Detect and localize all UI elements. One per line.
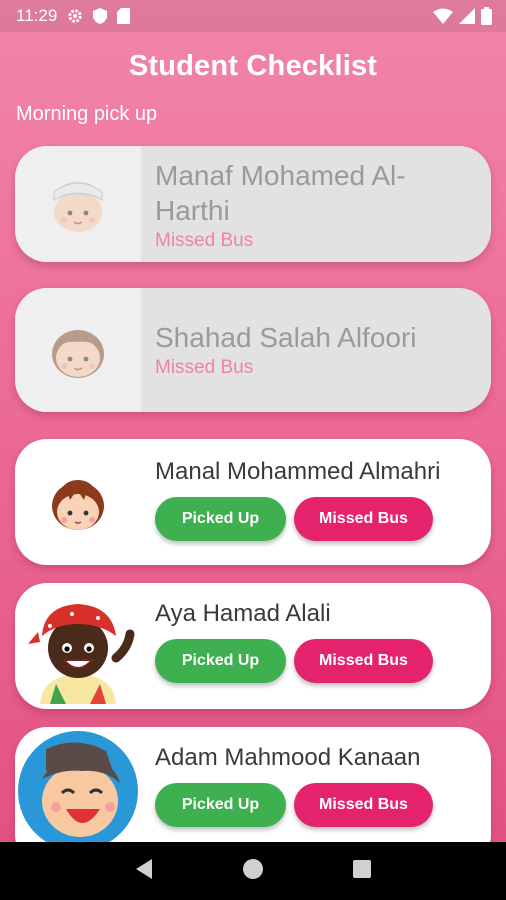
- back-icon[interactable]: [134, 858, 154, 885]
- girl-bob-avatar: [52, 480, 104, 530]
- avatar: [15, 439, 141, 565]
- action-buttons: Picked Up Missed Bus: [155, 783, 473, 827]
- avatar: [15, 288, 141, 412]
- status-label: Missed Bus: [155, 230, 254, 251]
- status-bar-left: 11:29: [16, 6, 131, 26]
- wifi-icon: [433, 8, 453, 24]
- student-card[interactable]: Aya Hamad Alali Picked Up Missed Bus: [15, 583, 491, 709]
- student-info: Adam Mahmood Kanaan Picked Up Missed Bus: [155, 741, 473, 827]
- section-label: Morning pick up: [16, 103, 158, 125]
- student-info: Manal Mohammed Almahri Picked Up Missed …: [155, 455, 473, 541]
- student-card[interactable]: Manal Mohammed Almahri Picked Up Missed …: [15, 439, 491, 565]
- laughing-boy-avatar: [18, 731, 138, 851]
- status-bar: 11:29: [0, 0, 506, 32]
- avatar: [15, 583, 141, 709]
- student-card[interactable]: Manaf Mohamed Al-Harthi Missed Bus: [15, 146, 491, 262]
- picked-up-button[interactable]: Picked Up: [155, 497, 286, 541]
- student-info: Aya Hamad Alali Picked Up Missed Bus: [155, 597, 473, 683]
- student-name: Aya Hamad Alali: [155, 600, 331, 627]
- status-bar-right: [433, 7, 492, 25]
- sd-card-icon: [117, 8, 131, 24]
- student-name: Manal Mohammed Almahri: [155, 458, 441, 485]
- gear-icon: [67, 8, 83, 24]
- child-bandana-avatar: [28, 604, 135, 704]
- action-buttons: Picked Up Missed Bus: [155, 639, 473, 683]
- battery-icon: [481, 7, 492, 25]
- boy-cap-avatar: [53, 182, 103, 232]
- action-buttons: Picked Up Missed Bus: [155, 497, 473, 541]
- navigation-bar: [0, 842, 506, 900]
- picked-up-button[interactable]: Picked Up: [155, 783, 286, 827]
- recents-icon[interactable]: [352, 859, 372, 884]
- page-title: Student Checklist: [128, 50, 378, 82]
- picked-up-button[interactable]: Picked Up: [155, 639, 286, 683]
- status-label: Missed Bus: [155, 357, 254, 378]
- girl-avatar: [52, 330, 104, 378]
- home-icon[interactable]: [242, 858, 264, 885]
- student-name: Shahad Salah Alfoori: [155, 322, 417, 353]
- missed-bus-button[interactable]: Missed Bus: [294, 497, 433, 541]
- avatar: [15, 146, 141, 262]
- shield-icon: [93, 8, 108, 24]
- missed-bus-button[interactable]: Missed Bus: [294, 639, 433, 683]
- signal-icon: [459, 8, 475, 24]
- student-info: Manaf Mohamed Al-Harthi Missed Bus: [155, 158, 473, 252]
- student-card[interactable]: Shahad Salah Alfoori Missed Bus: [15, 288, 491, 412]
- clock: 11:29: [16, 6, 58, 25]
- student-name: Manaf Mohamed Al-Harthi: [155, 160, 406, 226]
- missed-bus-button[interactable]: Missed Bus: [294, 783, 433, 827]
- student-name: Adam Mahmood Kanaan: [155, 744, 421, 771]
- student-info: Shahad Salah Alfoori Missed Bus: [155, 320, 473, 379]
